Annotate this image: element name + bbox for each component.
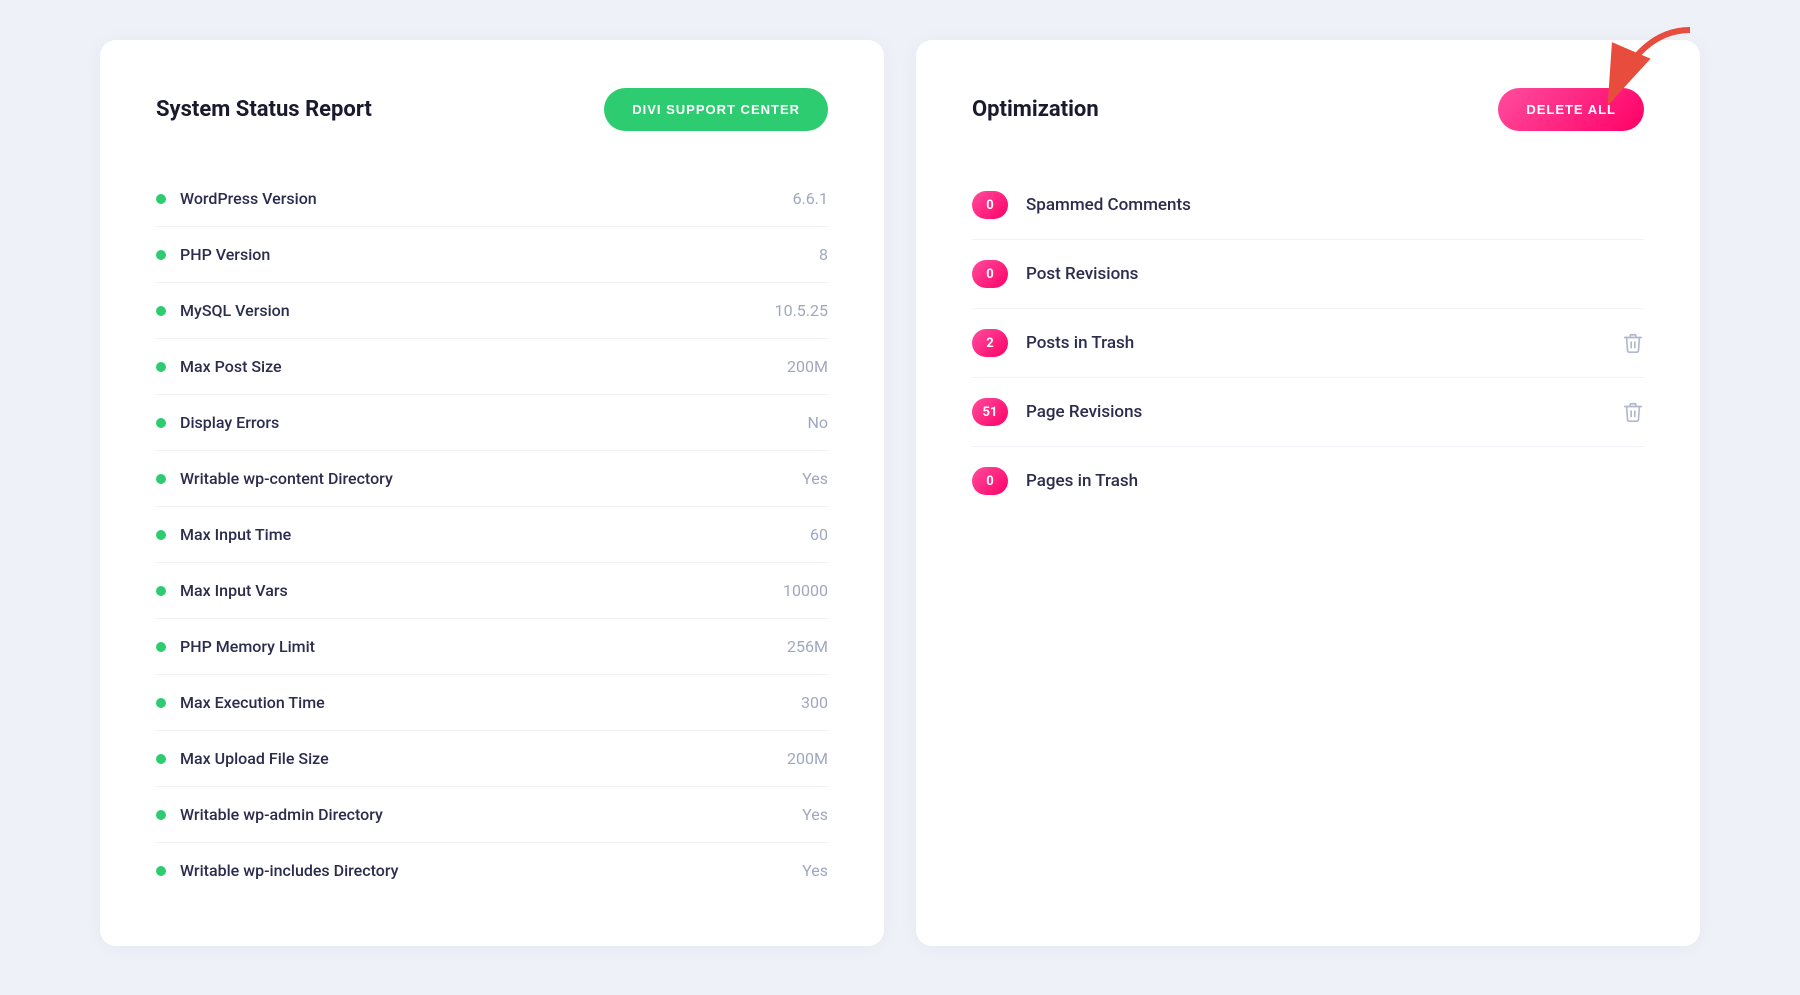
status-item-left: Max Input Time xyxy=(156,525,291,544)
status-item-value: Yes xyxy=(802,861,828,880)
green-dot-icon xyxy=(156,586,166,596)
status-item-label: PHP Memory Limit xyxy=(180,637,315,656)
status-item-left: Display Errors xyxy=(156,413,279,432)
green-dot-icon xyxy=(156,866,166,876)
green-dot-icon xyxy=(156,194,166,204)
status-item-left: Writable wp-content Directory xyxy=(156,469,393,488)
status-item: Max Execution Time 300 xyxy=(156,675,828,731)
status-item-value: 10000 xyxy=(783,581,828,600)
status-item: Max Post Size 200M xyxy=(156,339,828,395)
opt-item-label: Spammed Comments xyxy=(1026,195,1644,215)
status-item: Display Errors No xyxy=(156,395,828,451)
green-dot-icon xyxy=(156,698,166,708)
green-dot-icon xyxy=(156,362,166,372)
system-status-card: System Status Report DIVI SUPPORT CENTER… xyxy=(100,40,884,946)
status-item: PHP Version 8 xyxy=(156,227,828,283)
status-item-left: WordPress Version xyxy=(156,189,317,208)
trash-icon[interactable] xyxy=(1622,401,1644,423)
status-item-label: Max Post Size xyxy=(180,357,282,376)
status-item-label: PHP Version xyxy=(180,245,270,264)
status-item: Writable wp-content Directory Yes xyxy=(156,451,828,507)
green-dot-icon xyxy=(156,306,166,316)
system-status-header: System Status Report DIVI SUPPORT CENTER xyxy=(156,88,828,131)
status-item-label: Max Upload File Size xyxy=(180,749,329,768)
status-item: WordPress Version 6.6.1 xyxy=(156,171,828,227)
opt-item-badge: 2 xyxy=(972,329,1008,357)
status-item-value: 10.5.25 xyxy=(775,301,828,320)
opt-item: 2 Posts in Trash xyxy=(972,309,1644,378)
status-item-label: Max Execution Time xyxy=(180,693,325,712)
opt-item: 0 Spammed Comments xyxy=(972,171,1644,240)
status-list: WordPress Version 6.6.1 PHP Version 8 My… xyxy=(156,171,828,898)
green-dot-icon xyxy=(156,810,166,820)
status-item-left: Writable wp-admin Directory xyxy=(156,805,383,824)
green-dot-icon xyxy=(156,754,166,764)
status-item-label: Writable wp-admin Directory xyxy=(180,805,383,824)
status-item-value: 60 xyxy=(810,525,828,544)
opt-item: 0 Pages in Trash xyxy=(972,447,1644,515)
status-item: Max Input Vars 10000 xyxy=(156,563,828,619)
status-item-value: 200M xyxy=(787,357,828,376)
page-wrapper: System Status Report DIVI SUPPORT CENTER… xyxy=(100,40,1700,946)
opt-item-label: Post Revisions xyxy=(1026,264,1644,284)
opt-item-label: Pages in Trash xyxy=(1026,471,1644,491)
status-item: MySQL Version 10.5.25 xyxy=(156,283,828,339)
status-item-value: No xyxy=(807,413,828,432)
status-item: Writable wp-includes Directory Yes xyxy=(156,843,828,898)
opt-item-badge: 0 xyxy=(972,467,1008,495)
delete-all-button[interactable]: DELETE ALL xyxy=(1498,88,1644,131)
status-item-left: Max Input Vars xyxy=(156,581,288,600)
status-item-label: WordPress Version xyxy=(180,189,317,208)
status-item-left: Max Post Size xyxy=(156,357,282,376)
opt-item: 0 Post Revisions xyxy=(972,240,1644,309)
status-item-label: MySQL Version xyxy=(180,301,290,320)
optimization-card: Optimization DELETE ALL 0 Spammed Commen… xyxy=(916,40,1700,946)
opt-item-badge: 51 xyxy=(972,398,1008,426)
status-item-label: Display Errors xyxy=(180,413,279,432)
status-item: Writable wp-admin Directory Yes xyxy=(156,787,828,843)
status-item-value: Yes xyxy=(802,469,828,488)
optimization-header: Optimization DELETE ALL xyxy=(972,88,1644,131)
status-item: Max Upload File Size 200M xyxy=(156,731,828,787)
status-item-value: 300 xyxy=(801,693,828,712)
status-item-value: 200M xyxy=(787,749,828,768)
green-dot-icon xyxy=(156,642,166,652)
status-item: PHP Memory Limit 256M xyxy=(156,619,828,675)
divi-support-center-button[interactable]: DIVI SUPPORT CENTER xyxy=(604,88,828,131)
opt-item: 51 Page Revisions xyxy=(972,378,1644,447)
status-item-left: Writable wp-includes Directory xyxy=(156,861,398,880)
status-item-label: Writable wp-content Directory xyxy=(180,469,393,488)
status-item-left: MySQL Version xyxy=(156,301,290,320)
status-item-value: 6.6.1 xyxy=(793,189,828,208)
status-item-value: Yes xyxy=(802,805,828,824)
green-dot-icon xyxy=(156,250,166,260)
optimization-list: 0 Spammed Comments 0 Post Revisions 2 Po… xyxy=(972,171,1644,515)
trash-icon[interactable] xyxy=(1622,332,1644,354)
status-item-left: PHP Memory Limit xyxy=(156,637,315,656)
status-item-left: Max Upload File Size xyxy=(156,749,329,768)
green-dot-icon xyxy=(156,530,166,540)
opt-item-label: Page Revisions xyxy=(1026,402,1604,422)
status-item-value: 256M xyxy=(787,637,828,656)
optimization-title: Optimization xyxy=(972,97,1099,122)
opt-item-badge: 0 xyxy=(972,260,1008,288)
status-item-label: Max Input Time xyxy=(180,525,291,544)
status-item-left: Max Execution Time xyxy=(156,693,325,712)
opt-item-label: Posts in Trash xyxy=(1026,333,1604,353)
status-item-left: PHP Version xyxy=(156,245,270,264)
status-item-label: Max Input Vars xyxy=(180,581,288,600)
status-item-label: Writable wp-includes Directory xyxy=(180,861,398,880)
green-dot-icon xyxy=(156,418,166,428)
status-item: Max Input Time 60 xyxy=(156,507,828,563)
status-item-value: 8 xyxy=(819,245,828,264)
green-dot-icon xyxy=(156,474,166,484)
opt-item-badge: 0 xyxy=(972,191,1008,219)
system-status-title: System Status Report xyxy=(156,97,372,122)
